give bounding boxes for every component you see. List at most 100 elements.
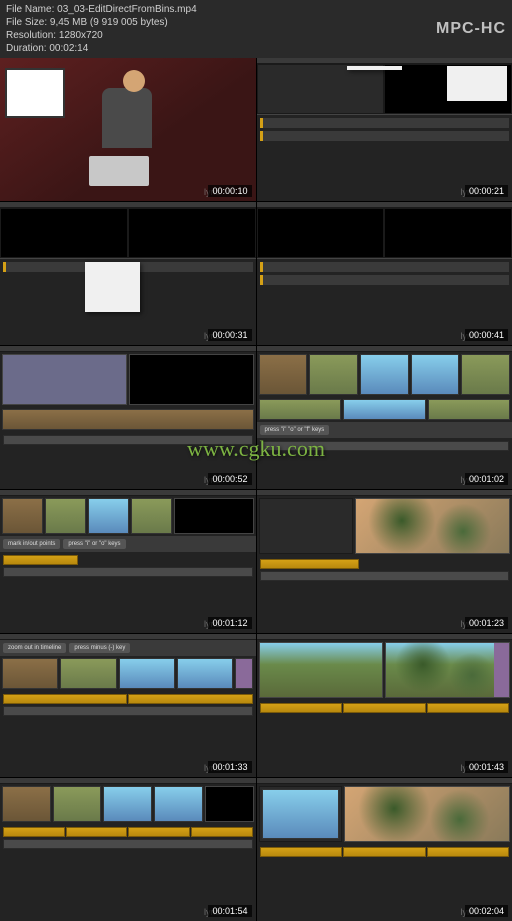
- clip-thumb: [411, 354, 460, 395]
- thumb-7[interactable]: mark in/out points press "i" or "o" keys…: [0, 490, 256, 633]
- video-clip: [3, 827, 65, 837]
- clip-thumb: [45, 498, 86, 534]
- studio-screen: [5, 68, 65, 118]
- program-monitor: [205, 786, 254, 822]
- thumb-6[interactable]: press "i" "o" or "f" keys lynd 00:01:02: [257, 346, 512, 489]
- bin-strip: [257, 352, 512, 397]
- clip-thumb: [2, 658, 58, 689]
- timestamp: 00:00:10: [208, 185, 251, 197]
- resolution-value: 1280x720: [59, 30, 103, 41]
- thumb-10[interactable]: lynd 00:01:43: [257, 634, 512, 777]
- timestamp: 00:01:33: [208, 761, 251, 773]
- bin-strip: [0, 784, 256, 824]
- foliage-overlay: [386, 643, 509, 697]
- clip-thumb: [2, 786, 51, 822]
- clip-thumb: [2, 498, 43, 534]
- timestamp: 00:00:31: [208, 329, 251, 341]
- laptop-icon: [89, 156, 149, 186]
- source-panel: [0, 208, 128, 258]
- presenter-head: [123, 70, 145, 92]
- timeline: [257, 844, 512, 879]
- timeline: [257, 556, 512, 591]
- project-panel: [259, 498, 353, 554]
- program-monitor: [174, 498, 254, 534]
- timeline: [0, 432, 256, 467]
- thumbnail-grid: lynd 00:00:10 lynd 00:00:21 lynd 00:00:3…: [0, 58, 512, 921]
- video-clip: [343, 847, 426, 857]
- clip-thumb: [2, 409, 254, 430]
- hint-zoom: zoom out in timeline: [3, 643, 66, 653]
- track: [260, 441, 510, 451]
- spacer: [235, 658, 253, 689]
- video-clip: [66, 827, 128, 837]
- clip-thumb: [461, 354, 510, 395]
- thumb-11[interactable]: lynd 00:01:54: [0, 778, 256, 921]
- context-menu: [85, 262, 140, 312]
- timeline: [257, 114, 512, 164]
- clip-thumb: [53, 786, 102, 822]
- thumb-4[interactable]: lynd 00:00:41: [257, 202, 512, 345]
- file-info: File Name: 03_03-EditDirectFromBins.mp4 …: [6, 3, 197, 55]
- track: [260, 118, 510, 128]
- video-clip: [260, 847, 343, 857]
- bin-list: [260, 787, 342, 841]
- video-clip: [260, 703, 343, 713]
- timeline: [257, 438, 512, 473]
- hint-label: press "i" "o" or "f" keys: [260, 425, 330, 435]
- file-size-label: File Size:: [6, 17, 47, 28]
- duration-value: 00:02:14: [49, 43, 88, 54]
- program-monitor: [385, 642, 510, 698]
- clip-thumb: [119, 658, 175, 689]
- clip-thumb: [428, 399, 511, 420]
- clip-thumb: [131, 498, 172, 534]
- timestamp: 00:00:21: [465, 185, 508, 197]
- timestamp: 00:01:54: [208, 905, 251, 917]
- hint-bar: press "i" "o" or "f" keys: [257, 422, 512, 438]
- program-monitor: [355, 498, 510, 554]
- clip-thumb: [360, 354, 409, 395]
- clip-thumb: [60, 658, 116, 689]
- video-clip: [3, 694, 127, 704]
- thumb-3[interactable]: lynd 00:00:31: [0, 202, 256, 345]
- foliage-overlay: [345, 787, 509, 841]
- video-clip: [3, 555, 78, 565]
- clip-thumb: [259, 399, 342, 420]
- thumb-5[interactable]: lynd 00:00:52: [0, 346, 256, 489]
- thumb-9[interactable]: zoom out in timeline press minus (-) key…: [0, 634, 256, 777]
- track: [3, 435, 253, 445]
- video-clip: [260, 559, 360, 569]
- dropdown-menu: [347, 66, 402, 70]
- bin-strip: [0, 407, 256, 432]
- clip-thumb: [262, 789, 340, 839]
- dropdown-submenu: [447, 66, 507, 101]
- file-name-label: File Name:: [6, 4, 54, 15]
- track: [260, 571, 510, 581]
- file-size-value: 9,45 MB (9 919 005 bytes): [50, 17, 168, 28]
- timestamp: 00:01:43: [465, 761, 508, 773]
- thumb-2[interactable]: lynd 00:00:21: [257, 58, 512, 201]
- track: [3, 706, 253, 716]
- video-clip: [128, 827, 190, 837]
- timeline: [0, 824, 256, 874]
- info-header: File Name: 03_03-EditDirectFromBins.mp4 …: [0, 0, 512, 58]
- timestamp: 00:01:23: [465, 617, 508, 629]
- marker-bar: [494, 643, 509, 697]
- thumb-1[interactable]: lynd 00:00:10: [0, 58, 256, 201]
- clip-thumb: [343, 399, 426, 420]
- timeline: [257, 258, 512, 308]
- hint-bar: mark in/out points press "i" or "o" keys: [0, 536, 256, 552]
- timeline: [257, 700, 512, 735]
- timeline: [0, 552, 256, 587]
- track: [3, 839, 253, 849]
- thumb-8[interactable]: lynd 00:01:23: [257, 490, 512, 633]
- project-panel: [259, 786, 343, 842]
- thumb-12[interactable]: lynd 00:02:04: [257, 778, 512, 921]
- file-name-value: 03_03-EditDirectFromBins.mp4: [57, 4, 197, 15]
- video-clip: [191, 827, 253, 837]
- timestamp: 00:02:04: [465, 905, 508, 917]
- timestamp: 00:00:52: [208, 473, 251, 485]
- hint-minus: press minus (-) key: [69, 643, 130, 653]
- left-panel: [257, 64, 385, 114]
- clip-thumb: [88, 498, 129, 534]
- foliage-overlay: [356, 499, 509, 553]
